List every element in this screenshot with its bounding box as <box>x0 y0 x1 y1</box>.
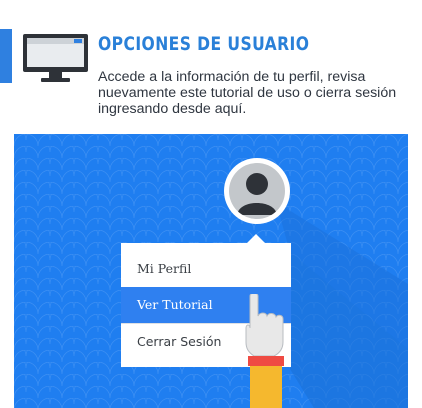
menu-item-mi-perfil[interactable]: Mi Perfil <box>121 251 291 287</box>
illustration-panel: Mi Perfil Ver Tutorial Cerrar Sesión <box>14 134 408 408</box>
user-avatar-icon[interactable] <box>224 158 290 224</box>
page-description: Accede a la información de tu perfil, re… <box>98 69 397 117</box>
pointing-hand-icon <box>245 294 284 408</box>
accent-bar <box>0 29 12 83</box>
monitor-icon <box>23 34 88 82</box>
person-silhouette-icon <box>237 173 277 215</box>
page-title: OPCIONES DE USUARIO <box>98 33 310 55</box>
